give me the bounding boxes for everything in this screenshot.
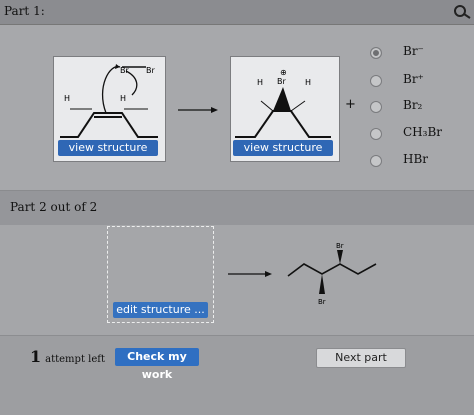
workspace-area bbox=[0, 225, 474, 335]
part2-header: Part 2 out of 2 bbox=[0, 190, 474, 226]
dibromide-product-diagram: Br Br bbox=[287, 242, 377, 306]
part-title: Part 1: bbox=[4, 4, 45, 18]
view-structure-button-right[interactable]: view structure bbox=[233, 140, 333, 156]
attempts-info: 1 attempt left bbox=[30, 347, 105, 366]
option-label-hbr: HBr bbox=[403, 152, 429, 166]
search-icon[interactable] bbox=[452, 2, 472, 20]
product-label-br-top: Br bbox=[336, 242, 344, 250]
next-part-button[interactable]: Next part bbox=[316, 348, 406, 368]
option-br-cation[interactable]: Br⁺ bbox=[370, 72, 470, 92]
plus-sign: + bbox=[345, 97, 356, 112]
label-h-2: H bbox=[120, 94, 126, 103]
option-label-br-anion: Br⁻ bbox=[403, 44, 424, 58]
attempts-count: 1 bbox=[30, 347, 42, 366]
view-structure-button-left[interactable]: view structure bbox=[58, 140, 158, 156]
reaction-arrow-2 bbox=[228, 271, 272, 277]
label-h-right: H bbox=[305, 78, 311, 87]
attempts-text: attempt left bbox=[45, 354, 105, 365]
label-br-bridged: Br bbox=[277, 77, 286, 86]
option-hbr[interactable]: HBr bbox=[370, 152, 470, 172]
header-bar: Part 1: bbox=[0, 0, 474, 25]
edit-structure-button[interactable]: edit structure ... bbox=[113, 302, 208, 318]
label-positive-charge: ⊕ bbox=[280, 68, 287, 77]
radio-hbr[interactable] bbox=[370, 155, 382, 167]
part2-title: Part 2 out of 2 bbox=[10, 200, 98, 214]
label-h-left: H bbox=[257, 78, 263, 87]
option-label-ch3br: CH₃Br bbox=[403, 125, 443, 139]
radio-br-cation[interactable] bbox=[370, 75, 382, 87]
reaction-arrow-1 bbox=[178, 107, 218, 113]
label-br-2: Br bbox=[146, 66, 155, 75]
product-label-br-bottom: Br bbox=[318, 298, 326, 306]
option-br-anion[interactable]: Br⁻ bbox=[370, 44, 470, 64]
option-label-br-cation: Br⁺ bbox=[403, 72, 424, 86]
radio-br-anion[interactable] bbox=[370, 47, 382, 59]
option-label-br2: Br₂ bbox=[403, 98, 423, 112]
check-my-work-button[interactable]: Check my work bbox=[115, 348, 199, 381]
label-h-1: H bbox=[64, 94, 70, 103]
option-ch3br[interactable]: CH₃Br bbox=[370, 125, 470, 145]
radio-br2[interactable] bbox=[370, 101, 382, 113]
label-br-1: Br bbox=[120, 66, 129, 75]
radio-ch3br[interactable] bbox=[370, 128, 382, 140]
option-br2[interactable]: Br₂ bbox=[370, 98, 470, 118]
